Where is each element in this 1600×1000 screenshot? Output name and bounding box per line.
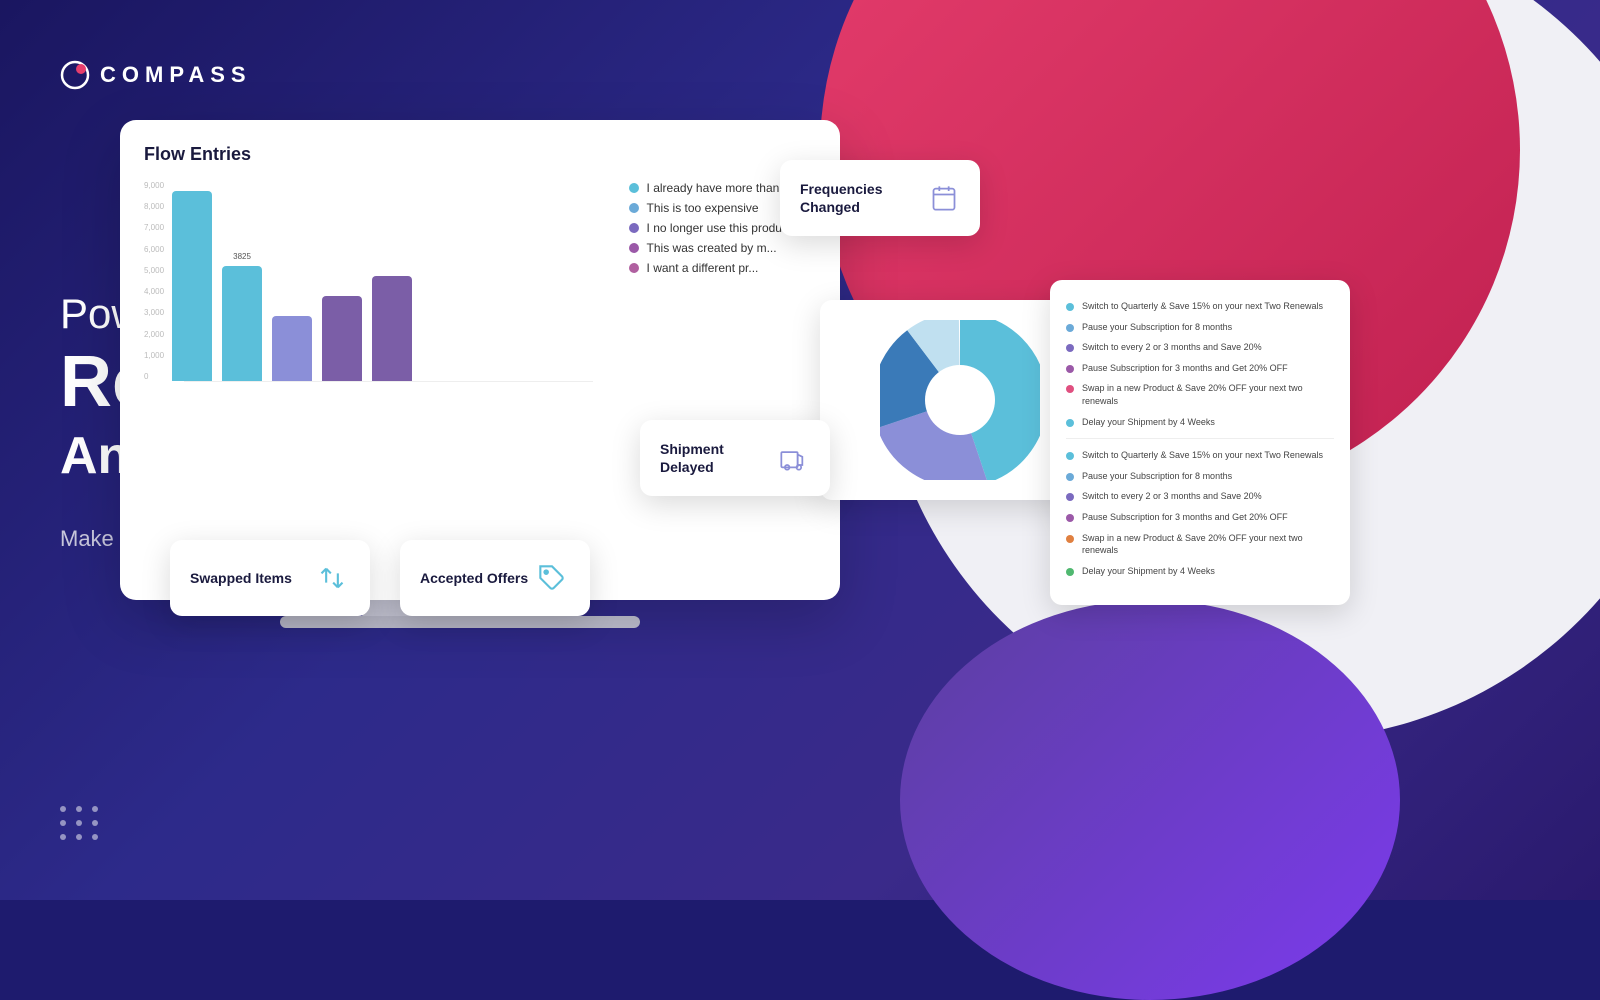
- list-dot: [1066, 344, 1074, 352]
- dot: [76, 806, 82, 812]
- dot: [92, 806, 98, 812]
- dot: [60, 806, 66, 812]
- list-dot: [1066, 493, 1074, 501]
- dot: [92, 834, 98, 840]
- bar-3: [272, 316, 312, 381]
- bar-group-1: [172, 191, 212, 381]
- list-dot: [1066, 535, 1074, 543]
- list-section-2: Switch to Quarterly & Save 15% on your n…: [1066, 449, 1334, 577]
- list-section-1: Switch to Quarterly & Save 15% on your n…: [1066, 300, 1334, 428]
- shipment-title: Shipment Delayed: [660, 440, 776, 476]
- bar-1: [172, 191, 212, 381]
- pie-chart: [880, 320, 1040, 480]
- list-dot: [1066, 568, 1074, 576]
- list-dot: [1066, 473, 1074, 481]
- legend-dot-1: [629, 183, 639, 193]
- list-text: Pause Subscription for 3 months and Get …: [1082, 362, 1288, 375]
- legend-dot-4: [629, 243, 639, 253]
- list-text: Switch to every 2 or 3 months and Save 2…: [1082, 490, 1262, 503]
- brand-name: COMPASS: [100, 62, 252, 88]
- legend-label-3: I no longer use this product: [647, 221, 792, 235]
- legend-label-5: I want a different pr...: [647, 261, 759, 275]
- list-item: Switch to Quarterly & Save 15% on your n…: [1066, 300, 1334, 313]
- list-item: Pause Subscription for 3 months and Get …: [1066, 362, 1334, 375]
- chart-title: Flow Entries: [144, 144, 816, 165]
- list-item: Switch to every 2 or 3 months and Save 2…: [1066, 341, 1334, 354]
- list-item: Pause your Subscription for 8 months: [1066, 470, 1334, 483]
- list-text: Delay your Shipment by 4 Weeks: [1082, 416, 1215, 429]
- legend-label-4: This was created by m...: [647, 241, 777, 255]
- list-dot: [1066, 385, 1074, 393]
- legend-dot-3: [629, 223, 639, 233]
- monitor-screen: Flow Entries 9,000 8,000 7,000 6,000 5,0…: [120, 120, 840, 600]
- list-dot: [1066, 514, 1074, 522]
- list-text: Pause your Subscription for 8 months: [1082, 470, 1232, 483]
- list-item: Swap in a new Product & Save 20% OFF you…: [1066, 382, 1334, 407]
- tag-icon: [534, 560, 570, 596]
- list-divider: [1066, 438, 1334, 439]
- bar-4: [322, 296, 362, 381]
- bar-group-4: [322, 296, 362, 381]
- compass-logo-icon: [60, 60, 90, 90]
- bar-group-3: [272, 316, 312, 381]
- card-frequencies: Frequencies Changed: [780, 160, 980, 236]
- shipment-icon: [776, 440, 810, 476]
- list-text: Delay your Shipment by 4 Weeks: [1082, 565, 1215, 578]
- dot: [76, 820, 82, 826]
- legend-dot-5: [629, 263, 639, 273]
- bar-5: [372, 276, 412, 381]
- list-item: Delay your Shipment by 4 Weeks: [1066, 565, 1334, 578]
- list-item: Pause Subscription for 3 months and Get …: [1066, 511, 1334, 524]
- list-item: Pause your Subscription for 8 months: [1066, 321, 1334, 334]
- card-list: Switch to Quarterly & Save 15% on your n…: [1050, 280, 1350, 605]
- blob-purple: [900, 600, 1400, 1000]
- list-dot: [1066, 452, 1074, 460]
- list-text: Switch to Quarterly & Save 15% on your n…: [1082, 300, 1323, 313]
- bar-group-2: 3825: [222, 266, 262, 381]
- legend-item-5: I want a different pr...: [629, 261, 816, 275]
- legend-item-4: This was created by m...: [629, 241, 816, 255]
- list-text: Pause Subscription for 3 months and Get …: [1082, 511, 1288, 524]
- calendar-icon: [928, 180, 960, 216]
- dot: [60, 834, 66, 840]
- card-offers: Accepted Offers: [400, 540, 590, 616]
- list-item: Swap in a new Product & Save 20% OFF you…: [1066, 532, 1334, 557]
- list-text: Swap in a new Product & Save 20% OFF you…: [1082, 532, 1334, 557]
- list-dot: [1066, 324, 1074, 332]
- list-item: Delay your Shipment by 4 Weeks: [1066, 416, 1334, 429]
- legend-dot-2: [629, 203, 639, 213]
- list-item: Switch to every 2 or 3 months and Save 2…: [1066, 490, 1334, 503]
- list-dot: [1066, 303, 1074, 311]
- list-text: Pause your Subscription for 8 months: [1082, 321, 1232, 334]
- decorative-dots: [60, 806, 100, 840]
- card-swapped: Swapped Items: [170, 540, 370, 616]
- bar-group-5: [372, 276, 412, 381]
- dot: [60, 820, 66, 826]
- legend-label-2: This is too expensive: [647, 201, 759, 215]
- list-dot: [1066, 419, 1074, 427]
- offers-title: Accepted Offers: [420, 569, 528, 587]
- dot: [76, 834, 82, 840]
- list-item: Switch to Quarterly & Save 15% on your n…: [1066, 449, 1334, 462]
- card-shipment: Shipment Delayed: [640, 420, 830, 496]
- list-text: Switch to Quarterly & Save 15% on your n…: [1082, 449, 1323, 462]
- frequencies-title: Frequencies Changed: [800, 180, 928, 216]
- swapped-title: Swapped Items: [190, 569, 292, 587]
- swap-icon: [314, 560, 350, 596]
- bar-2: [222, 266, 262, 381]
- list-text: Swap in a new Product & Save 20% OFF you…: [1082, 382, 1334, 407]
- logo: COMPASS: [60, 60, 500, 90]
- list-dot: [1066, 365, 1074, 373]
- dot: [92, 820, 98, 826]
- list-text: Switch to every 2 or 3 months and Save 2…: [1082, 341, 1262, 354]
